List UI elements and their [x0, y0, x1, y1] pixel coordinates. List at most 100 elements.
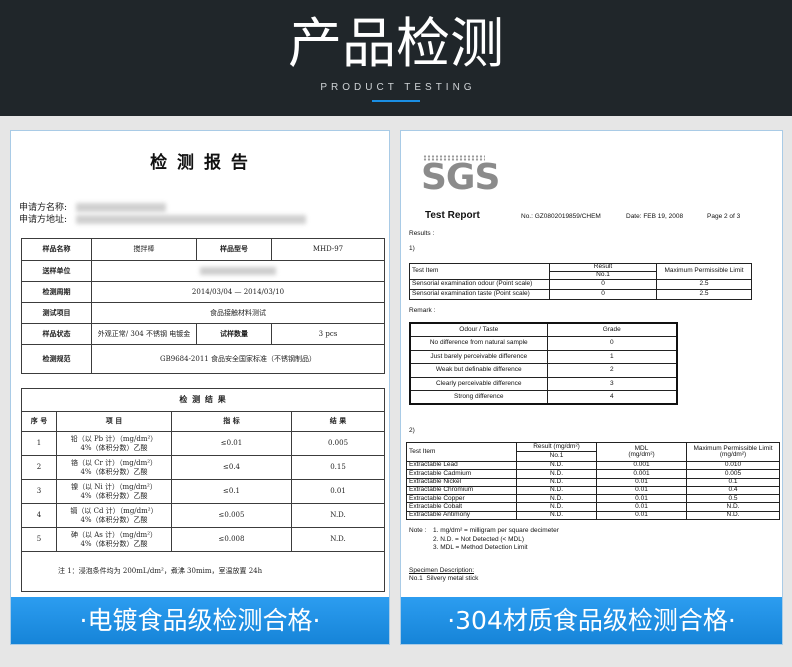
table-row: Extractable Lead N.D. 0.001 0.010	[406, 460, 780, 471]
info-label: 试样数量	[196, 323, 272, 345]
report-date: Date: FEB 19, 2008	[626, 213, 684, 220]
result-cell: N.D.	[516, 460, 597, 471]
sample-info-table: 样品名称 搅拌棒 样品型号 MHD-97 送样单位 检测周期 2014/03/0…	[21, 238, 385, 374]
result-cell: N.D.	[516, 485, 597, 496]
applicant-address-label: 申请方地址:	[19, 215, 68, 225]
test-item-cell: Extractable Nickel	[406, 477, 517, 487]
limit-cell: 0.4	[686, 485, 780, 496]
table-row: 2 铬（以 Cr 计）（mg/dm²） 4%（体积分数）乙酸 ≤0.4 0.15	[21, 455, 386, 480]
info-value: 3 pcs	[271, 323, 385, 345]
item-name: 镉（以 Cd 计）（mg/dm²）	[70, 506, 158, 515]
page-subtitle: PRODUCT TESTING	[320, 82, 476, 93]
test-item-cell: Sensorial examination taste (Point scale…	[409, 288, 550, 300]
result-cell: N.D.	[516, 494, 597, 504]
grade-description: No difference from natural sample	[409, 336, 548, 351]
grade-value: 1	[546, 349, 678, 364]
info-row-standard: 检测规范 GB9684-2011 食品安全国家标准（不锈钢制品）	[21, 344, 385, 374]
report-title: Test Report	[425, 210, 480, 221]
redacted-applicant-address	[76, 215, 306, 224]
section-2-label: 2)	[409, 427, 415, 434]
table-row: Extractable Nickel N.D. 0.01 0.1	[406, 477, 780, 487]
item-cell: 镉（以 Cd 计）（mg/dm²） 4%（体积分数）乙酸	[56, 503, 172, 528]
column-header-no: 序 号	[21, 411, 57, 432]
table-row: Weak but definable difference 2	[409, 363, 678, 378]
table-row: Extractable Chromium N.D. 0.01 0.4	[406, 485, 780, 496]
row-number: 5	[21, 527, 57, 552]
item-medium: 4%（体积分数）乙酸	[80, 443, 148, 452]
sensory-test-table: Test Item Result Maximum Permissible Lim…	[409, 263, 752, 300]
metal-migration-table: Test Item Result (mg/dm²) MDL (mg/dm²) Ma…	[406, 442, 780, 521]
test-item-cell: Sensorial examination odour (Point scale…	[409, 278, 550, 290]
info-value: MHD-97	[271, 238, 385, 261]
grade-value: 0	[546, 336, 678, 351]
results-note-row: 注 1：浸泡条件均为 200mL/dm²，煮沸 30mim，室温放置 24h	[20, 551, 386, 592]
item-name: 铅（以 Pb 计）（mg/dm²）	[70, 434, 158, 443]
table-row: Just barely perceivable difference 1	[409, 349, 678, 364]
section-1-label: 1)	[409, 245, 415, 252]
info-value	[91, 260, 385, 282]
limit-cell: N.D.	[686, 502, 780, 512]
column-header-grade: Grade	[546, 322, 678, 337]
grade-description: Just barely perceivable difference	[409, 349, 548, 364]
table-row: 5 砷（以 As 计）（mg/dm²） 4%（体积分数）乙酸 ≤0.008 N.D…	[21, 527, 386, 552]
info-row-sender: 送样单位	[21, 260, 385, 282]
result-cell: N.D.	[516, 469, 597, 479]
table-row: Extractable Copper N.D. 0.01 0.5	[406, 494, 780, 504]
table-row: No difference from natural sample 0	[409, 336, 678, 351]
row-number: 3	[21, 479, 57, 504]
info-row-period: 检测周期 2014/03/04 — 2014/03/10	[21, 281, 385, 303]
info-label: 检测周期	[21, 281, 92, 303]
result-cell: 0	[549, 278, 657, 290]
table-row: 1 铅（以 Pb 计）（mg/dm²） 4%（体积分数）乙酸 ≤0.01 0.00…	[21, 431, 386, 456]
table-row: 4 镉（以 Cd 计）（mg/dm²） 4%（体积分数）乙酸 ≤0.005 N.D…	[21, 503, 386, 528]
info-value: 2014/03/04 — 2014/03/10	[91, 281, 385, 303]
item-cell: 铬（以 Cr 计）（mg/dm²） 4%（体积分数）乙酸	[56, 455, 172, 480]
info-label: 样品状态	[21, 323, 92, 345]
metal-header-row: Test Item Result (mg/dm²) MDL (mg/dm²) Ma…	[406, 442, 780, 462]
results-header-row: 序 号 项 目 指 标 结 果	[21, 411, 386, 432]
test-item-cell: Extractable Copper	[406, 494, 517, 504]
row-number: 1	[21, 431, 57, 456]
result-cell: 0.005	[290, 431, 386, 456]
info-value: 食品接触材料测试	[91, 302, 385, 324]
electroplating-pass-banner: ·电镀食品级检测合格·	[11, 597, 389, 644]
item-medium: 4%（体积分数）乙酸	[80, 515, 148, 524]
mdl-cell: 0.01	[596, 494, 687, 504]
column-header-odour-taste: Odour / Taste	[409, 322, 548, 337]
limit-cell: N.D.	[686, 510, 780, 521]
table-row: Extractable Cadmium N.D. 0.001 0.005	[406, 469, 780, 479]
item-cell: 镍（以 Ni 计）（mg/dm²） 4%（体积分数）乙酸	[56, 479, 172, 504]
table-row: 3 镍（以 Ni 计）（mg/dm²） 4%（体积分数）乙酸 ≤0.1 0.01	[21, 479, 386, 504]
remark-label: Remark :	[409, 307, 436, 314]
column-header-result: Result	[549, 263, 657, 272]
test-item-cell: Extractable Chromium	[406, 485, 517, 496]
results-title: 检 测 结 果	[20, 388, 386, 412]
table-row: Sensorial examination odour (Point scale…	[409, 278, 752, 290]
grade-value: 4	[546, 390, 678, 405]
column-header-sample: No.1	[516, 451, 597, 462]
table-row: Extractable Cobalt N.D. 0.01 N.D.	[406, 502, 780, 512]
applicant-name-label: 申请方名称:	[19, 203, 68, 213]
mdl-cell: 0.01	[596, 502, 687, 512]
column-header-limit: 指 标	[171, 411, 292, 432]
note-line: 2. N.D. = Not Detected (< MDL)	[433, 536, 525, 543]
test-results-table: 检 测 结 果 序 号 项 目 指 标 结 果 1 铅（以 Pb 计）（mg/d…	[20, 388, 386, 592]
mdl-cell: 0.001	[596, 469, 687, 479]
column-header-result: 结 果	[290, 411, 386, 432]
report-title: 检 测 报 告	[150, 153, 250, 173]
item-medium: 4%（体积分数）乙酸	[80, 467, 148, 476]
item-cell: 铅（以 Pb 计）（mg/dm²） 4%（体积分数）乙酸	[56, 431, 172, 456]
mdl-cell: 0.01	[596, 477, 687, 487]
result-cell: N.D.	[516, 502, 597, 512]
info-value: 外观正常/ 304 不锈钢 电镀金	[91, 323, 197, 345]
mdl-cell: 0.01	[596, 510, 687, 521]
results-title-row: 检 测 结 果	[20, 388, 386, 412]
info-value: GB9684-2011 食品安全国家标准（不锈钢制品）	[91, 344, 385, 374]
limit-cell: ≤0.01	[171, 431, 292, 456]
item-name: 砷（以 As 计）（mg/dm²）	[71, 530, 157, 539]
mdl-unit: (mg/dm²)	[628, 451, 655, 458]
grade-scale-table: Odour / Taste Grade No difference from n…	[409, 322, 678, 405]
grade-description: Strong difference	[409, 390, 548, 405]
row-number: 2	[21, 455, 57, 480]
note-line: 3. MDL = Method Detection Limit	[433, 544, 528, 551]
